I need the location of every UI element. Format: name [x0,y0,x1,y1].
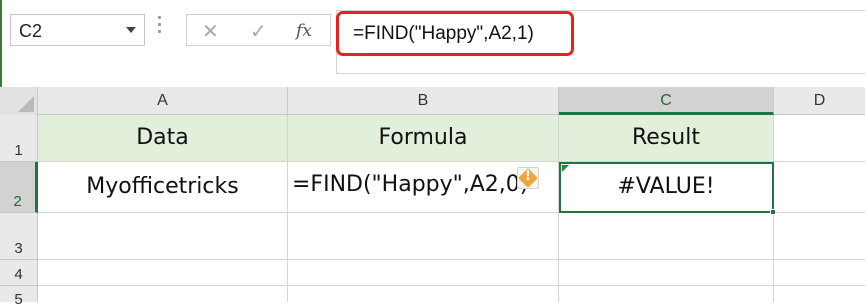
error-indicator-icon [562,165,569,172]
column-header-b[interactable]: B [288,87,559,115]
name-box[interactable]: C2 [10,14,145,46]
cell-a3[interactable] [38,213,288,260]
select-all-icon [18,96,34,112]
row-header-1[interactable]: 1 [0,115,38,162]
cell-b4[interactable] [288,260,559,286]
name-box-value: C2 [19,21,43,41]
cell-d5[interactable] [774,286,865,302]
cell-c3[interactable] [559,213,774,260]
cell-a5[interactable] [38,286,288,302]
chevron-down-icon[interactable] [126,27,136,33]
cancel-icon[interactable]: ✕ [202,19,219,44]
cell-d1[interactable] [774,115,865,162]
column-header-a[interactable]: A [38,87,288,115]
cell-d2[interactable] [774,162,865,213]
column-header-d[interactable]: D [774,87,865,115]
insert-function-icon[interactable]: fx [296,21,312,41]
row-header-5[interactable]: 5 [0,286,38,308]
cell-b5[interactable] [288,286,559,302]
fill-handle[interactable] [770,209,776,215]
formula-highlight-box: =FIND("Happy",A2,1) [336,11,574,56]
cell-c5[interactable] [559,286,774,302]
column-header-row: A B C D [0,87,865,115]
row-header-3[interactable]: 3 [0,213,38,260]
formula-text[interactable]: =FIND("Happy",A2,1) [353,23,534,45]
cell-a2[interactable]: Myofficetricks [38,162,288,213]
cell-d3[interactable] [774,213,865,260]
row-header-2[interactable]: 2 [0,162,38,213]
formula-controls: ✕ ✓ fx [186,14,331,46]
active-cell-border [559,162,774,213]
row-header-4[interactable]: 4 [0,260,38,286]
warning-icon[interactable]: ! [517,167,539,189]
separator-handle[interactable] [158,16,162,42]
cell-a1[interactable]: Data [38,115,288,162]
column-header-c[interactable]: C [559,87,774,115]
cell-b3[interactable] [288,213,559,260]
cell-d4[interactable] [774,260,865,286]
enter-icon[interactable]: ✓ [250,19,267,44]
cell-a4[interactable] [38,260,288,286]
cell-c4[interactable] [559,260,774,286]
cell-c1[interactable]: Result [559,115,774,162]
select-all-corner[interactable] [0,87,38,115]
cell-b1[interactable]: Formula [288,115,559,162]
